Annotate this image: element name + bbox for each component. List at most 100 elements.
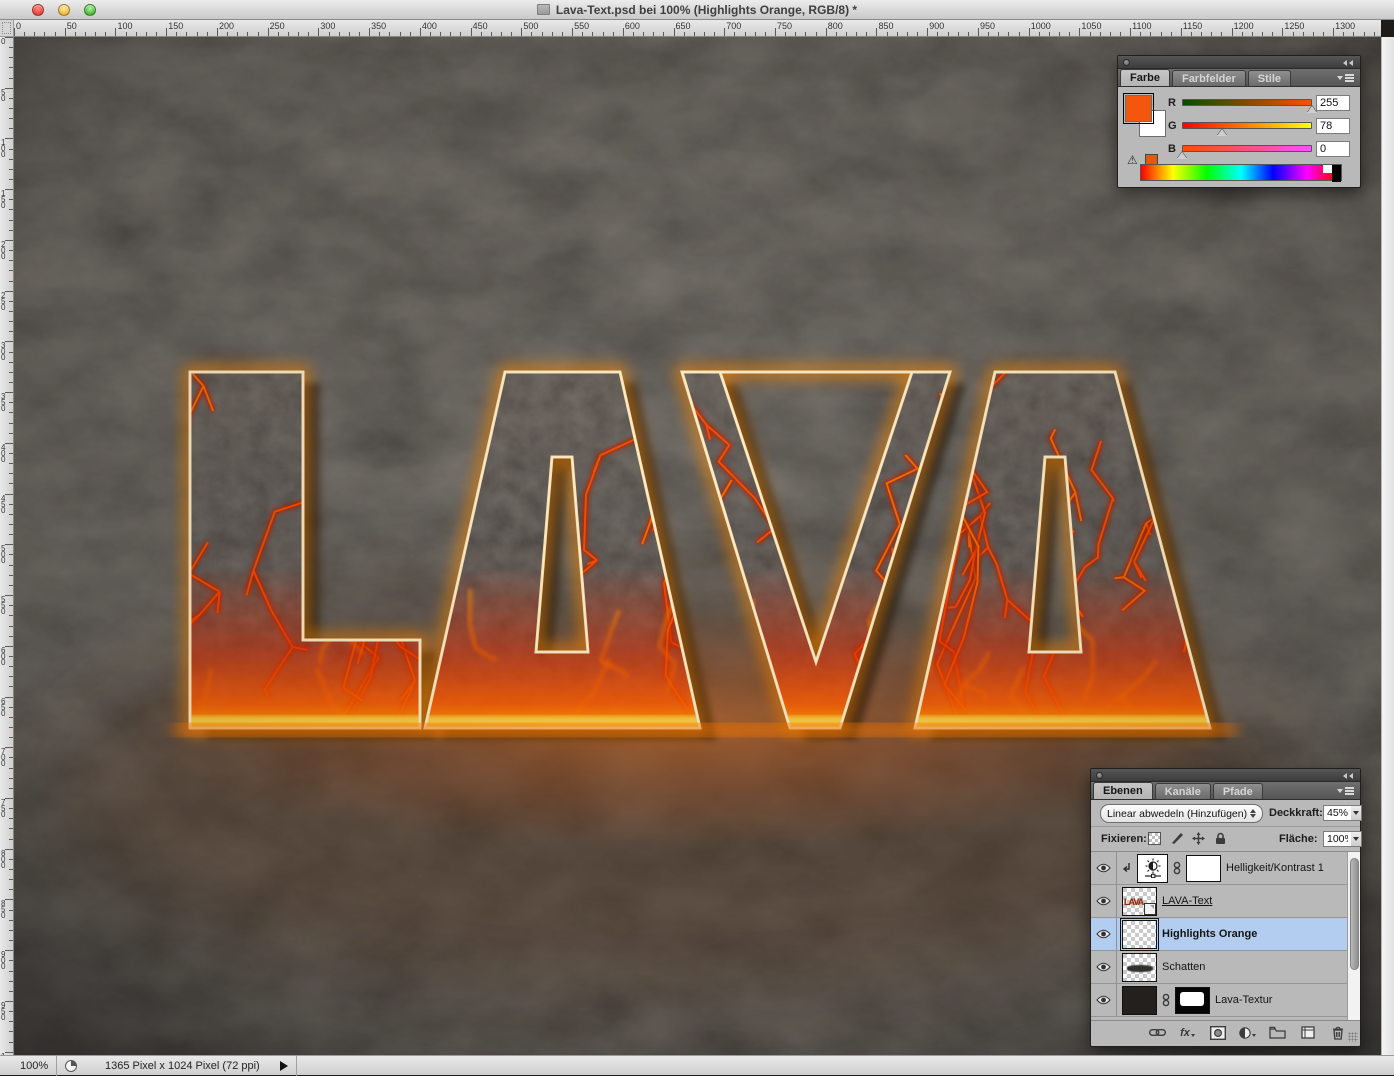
layer-row-helligkeit-kontrast-1[interactable]: Helligkeit/Kontrast 1 xyxy=(1091,852,1360,885)
zoom-button[interactable] xyxy=(84,4,96,16)
link-layers-icon[interactable] xyxy=(1149,1025,1166,1040)
panel-menu-icon[interactable] xyxy=(1337,786,1354,795)
color-spectrum-ramp[interactable] xyxy=(1140,164,1342,181)
layers-toolbar: fx xyxy=(1091,1020,1360,1044)
spectrum-black-swatch[interactable] xyxy=(1332,165,1341,182)
fill-input[interactable] xyxy=(1323,831,1352,847)
statusbar-menu-arrow[interactable] xyxy=(280,1061,288,1071)
visibility-eye-icon[interactable] xyxy=(1096,863,1111,873)
channel-value-input[interactable] xyxy=(1316,95,1350,111)
delete-layer-icon[interactable] xyxy=(1329,1025,1346,1040)
vertical-ruler[interactable]: 05 01 0 01 5 02 0 02 5 03 0 03 5 04 0 04… xyxy=(0,37,14,1055)
close-button[interactable] xyxy=(32,4,44,16)
layer-name[interactable]: Lava-Textur xyxy=(1215,994,1272,1006)
traffic-lights xyxy=(32,4,96,16)
visibility-toggle[interactable] xyxy=(1091,951,1117,983)
channel-slider-track[interactable] xyxy=(1182,99,1312,106)
layer-mask-thumbnail[interactable] xyxy=(1175,987,1210,1014)
new-layer-icon[interactable] xyxy=(1299,1025,1316,1040)
layer-thumbnail[interactable] xyxy=(1122,953,1157,982)
color-panel-body: ⚠ RGB xyxy=(1118,87,1360,187)
tab-pfade[interactable]: Pfade xyxy=(1213,783,1263,799)
channel-slider-track[interactable] xyxy=(1182,145,1312,152)
channel-slider-thumb[interactable] xyxy=(1177,152,1187,159)
lock-all-icon[interactable] xyxy=(1214,832,1227,848)
tab-stile[interactable]: Stile xyxy=(1248,70,1291,86)
opacity-input[interactable] xyxy=(1323,805,1352,821)
tab-farbe[interactable]: Farbe xyxy=(1120,69,1170,86)
channel-slider-track[interactable] xyxy=(1182,122,1312,129)
channel-row-b: B xyxy=(1168,141,1352,159)
layer-styles-fx-icon[interactable]: fx xyxy=(1179,1025,1196,1040)
fill-dropdown-button[interactable] xyxy=(1351,831,1362,847)
window-scrollbar-track[interactable] xyxy=(1381,37,1394,1055)
visibility-toggle[interactable] xyxy=(1091,918,1117,950)
adjustment-layer-thumbnail[interactable] xyxy=(1137,854,1168,883)
layer-thumbnail[interactable] xyxy=(1122,920,1157,949)
layer-thumbnail[interactable] xyxy=(1122,986,1157,1015)
layers-panel-titlebar[interactable] xyxy=(1091,769,1360,782)
panel-resize-grip[interactable] xyxy=(1348,1032,1358,1042)
layer-list-scrollbar[interactable] xyxy=(1347,852,1360,1020)
spectrum-white-swatch[interactable] xyxy=(1323,165,1332,173)
window-titlebar[interactable]: Lava-Text.psd bei 100% (Highlights Orang… xyxy=(0,0,1394,20)
minimize-button[interactable] xyxy=(58,4,70,16)
fill-label: Fläche: xyxy=(1279,833,1318,845)
layers-panel: EbenenKanälePfade Linear abwedeln (Hinzu… xyxy=(1090,768,1361,1047)
channel-label: G xyxy=(1168,120,1178,132)
opacity-dropdown-button[interactable] xyxy=(1351,805,1362,821)
layer-row-lava-textur[interactable]: Lava-Textur xyxy=(1091,984,1360,1017)
blend-mode-select[interactable]: Linear abwedeln (Hinzufügen) xyxy=(1100,804,1263,823)
mask-shape xyxy=(1180,992,1204,1006)
lock-position-icon[interactable] xyxy=(1192,832,1205,848)
layer-name[interactable]: Schatten xyxy=(1162,961,1205,973)
ruler-corner[interactable] xyxy=(0,20,14,37)
visibility-toggle[interactable] xyxy=(1091,984,1117,1016)
collapse-panel-icon[interactable] xyxy=(1343,773,1355,779)
panel-dot-icon xyxy=(1123,59,1130,66)
visibility-eye-icon[interactable] xyxy=(1096,896,1111,906)
visibility-eye-icon[interactable] xyxy=(1096,995,1111,1005)
color-panel-titlebar[interactable] xyxy=(1118,56,1360,69)
clipping-mask-arrow-icon xyxy=(1122,862,1132,874)
color-panel: FarbeFarbfelderStile ⚠ RGB xyxy=(1117,55,1361,188)
new-group-icon[interactable] xyxy=(1269,1025,1286,1040)
document-proxy-icon xyxy=(537,4,550,15)
tab-farbfelder[interactable]: Farbfelder xyxy=(1172,70,1246,86)
visibility-eye-icon[interactable] xyxy=(1096,962,1111,972)
link-mask-icon[interactable] xyxy=(1162,993,1170,1007)
channel-value-input[interactable] xyxy=(1316,118,1350,134)
gamut-warning-icon[interactable]: ⚠ xyxy=(1127,153,1138,167)
visibility-eye-icon[interactable] xyxy=(1096,929,1111,939)
channel-slider-thumb[interactable] xyxy=(1217,129,1227,136)
tab-kanäle[interactable]: Kanäle xyxy=(1155,783,1211,799)
zoom-level-field[interactable]: 100% xyxy=(0,1060,56,1072)
panel-menu-icon[interactable] xyxy=(1337,73,1354,82)
layer-mask-thumbnail[interactable] xyxy=(1186,855,1221,882)
horizontal-ruler[interactable]: 0501001502002503003504004505005506006507… xyxy=(14,20,1381,37)
layer-row-lava-text[interactable]: LAVA LAVA-Text xyxy=(1091,885,1360,918)
link-mask-icon[interactable] xyxy=(1173,861,1181,875)
layer-name[interactable]: LAVA-Text xyxy=(1162,895,1212,907)
layer-thumbnail[interactable]: LAVA xyxy=(1122,887,1157,916)
layer-name[interactable]: Helligkeit/Kontrast 1 xyxy=(1226,862,1324,874)
lock-transparency-icon[interactable] xyxy=(1148,832,1161,848)
visibility-toggle[interactable] xyxy=(1091,885,1117,917)
new-adjustment-layer-icon[interactable] xyxy=(1239,1025,1256,1040)
add-layer-mask-icon[interactable] xyxy=(1209,1025,1226,1040)
tab-ebenen[interactable]: Ebenen xyxy=(1093,782,1153,799)
lock-row: Fixieren: Fläche: xyxy=(1091,827,1360,852)
collapse-panel-icon[interactable] xyxy=(1343,60,1355,66)
channel-label: R xyxy=(1168,97,1178,109)
layer-name[interactable]: Highlights Orange xyxy=(1162,928,1257,940)
lock-pixels-icon[interactable] xyxy=(1170,832,1183,848)
scrollbar-thumb[interactable] xyxy=(1350,858,1359,970)
document-info: 1365 Pixel x 1024 Pixel (72 ppi) xyxy=(87,1060,272,1072)
visibility-toggle[interactable] xyxy=(1091,852,1117,884)
foreground-color-swatch[interactable] xyxy=(1125,95,1152,122)
channel-value-input[interactable] xyxy=(1316,141,1350,157)
layer-row-highlights-orange[interactable]: Highlights Orange xyxy=(1091,918,1360,951)
window-title: Lava-Text.psd bei 100% (Highlights Orang… xyxy=(537,3,857,17)
layer-row-schatten[interactable]: Schatten xyxy=(1091,951,1360,984)
status-bar: 100% 1365 Pixel x 1024 Pixel (72 ppi) xyxy=(0,1055,1394,1075)
